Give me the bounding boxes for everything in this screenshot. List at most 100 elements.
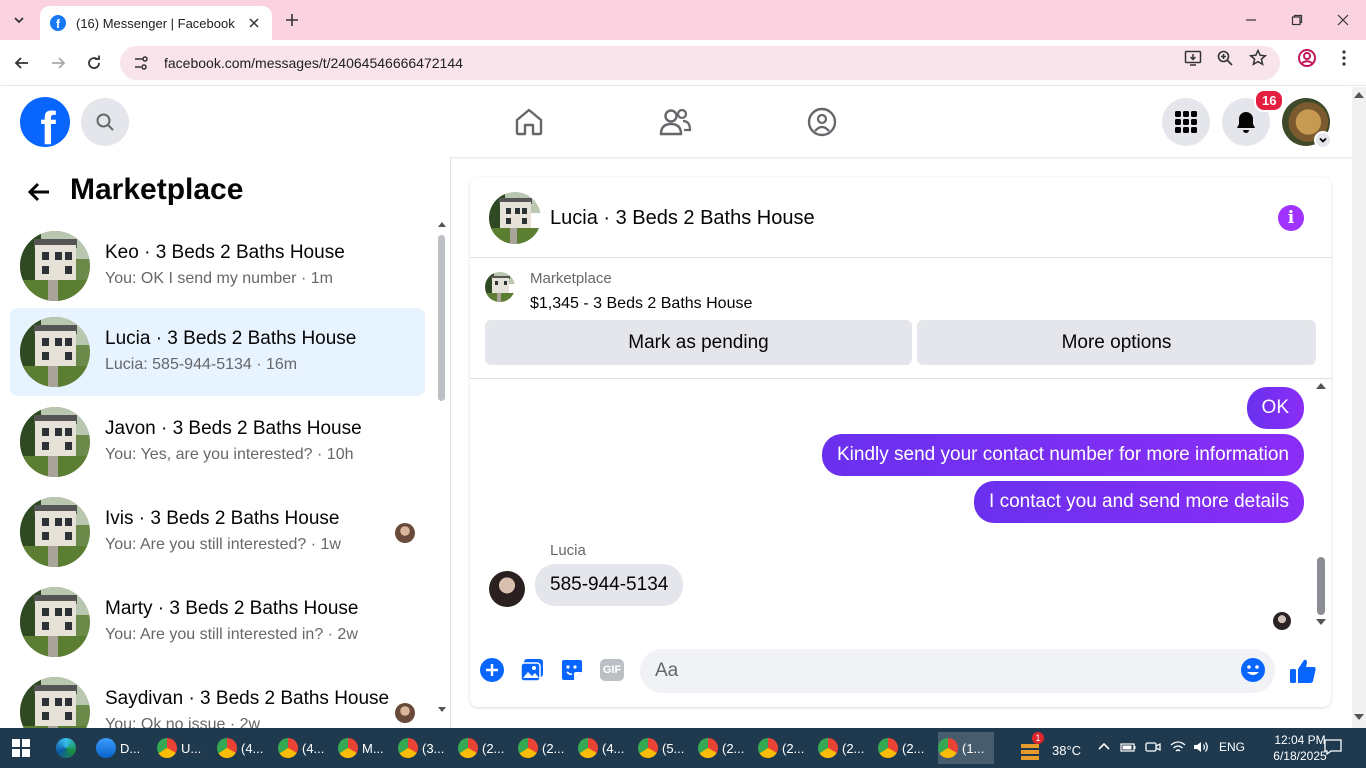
taskbar-app-label: (2... [482, 740, 505, 756]
plus-circle-icon [480, 658, 504, 682]
url-text[interactable]: facebook.com/messages/t/2406454666647214… [164, 55, 463, 71]
chrome-icon [578, 738, 598, 758]
conversation-thumbnail [20, 497, 90, 567]
window-close-button[interactable] [1328, 8, 1358, 32]
taskbar-app-item[interactable]: (2... [878, 732, 934, 764]
more-actions-button[interactable] [479, 657, 505, 683]
battery-icon[interactable] [1120, 740, 1136, 757]
forward-button[interactable] [45, 50, 71, 76]
scrollbar-thumb[interactable] [1317, 557, 1325, 615]
scroll-down-icon[interactable] [1316, 619, 1326, 626]
listing-small-thumbnail[interactable] [485, 272, 515, 302]
search-button[interactable] [81, 98, 129, 146]
new-tab-button[interactable] [282, 10, 302, 30]
friends-nav-button[interactable] [655, 102, 695, 142]
taskbar-app-item[interactable]: (2... [818, 732, 874, 764]
taskbar-app-item[interactable]: (4... [217, 732, 273, 764]
install-app-icon[interactable] [1182, 47, 1204, 69]
conversation-name: Saydivan · 3 Beds 2 Baths House [105, 688, 390, 709]
address-bar[interactable]: facebook.com/messages/t/2406454666647214… [120, 46, 1280, 80]
conversation-item[interactable]: Saydivan · 3 Beds 2 Baths House You: Ok n… [10, 668, 425, 728]
groups-nav-button[interactable] [802, 102, 842, 142]
reload-button[interactable] [81, 50, 107, 76]
attach-photo-button[interactable] [519, 657, 545, 683]
minimize-button[interactable] [1236, 8, 1266, 32]
taskbar-app-item[interactable]: (3... [398, 732, 454, 764]
back-button[interactable] [9, 50, 35, 76]
taskbar-app-item[interactable]: U... [157, 732, 213, 764]
system-clock[interactable]: 12:04 PM 6/18/2025 [1270, 732, 1330, 764]
gif-icon: GIF [600, 659, 624, 681]
scroll-up-icon[interactable] [1354, 91, 1364, 98]
incoming-message[interactable]: 585-944-5134 [535, 564, 684, 606]
taskbar-app-item[interactable]: (2... [458, 732, 514, 764]
scroll-down-icon[interactable] [438, 707, 446, 713]
restore-button[interactable] [1282, 8, 1312, 32]
like-button[interactable] [1289, 657, 1317, 685]
listing-thumbnail[interactable] [489, 192, 541, 244]
chat-title[interactable]: Lucia · 3 Beds 2 Baths House [550, 207, 815, 230]
taskbar-app-item[interactable]: M... [338, 732, 394, 764]
weather-widget[interactable]: 1 38°C [1018, 732, 1081, 766]
profile-icon[interactable] [1296, 47, 1318, 69]
zoom-icon[interactable] [1214, 47, 1236, 69]
taskbar-app-item[interactable]: (2... [518, 732, 574, 764]
conversation-item[interactable]: Ivis · 3 Beds 2 Baths House You: Are you … [10, 488, 425, 576]
bookmark-star-icon[interactable] [1247, 47, 1269, 69]
chat-scrollbar[interactable] [1316, 382, 1326, 627]
conversation-item[interactable]: Lucia · 3 Beds 2 Baths House Lucia: 585-9… [10, 308, 425, 396]
outgoing-message[interactable]: I contact you and send more details [974, 481, 1304, 523]
kebab-menu-icon[interactable] [1333, 47, 1355, 69]
notification-center-icon[interactable] [1324, 738, 1342, 759]
meet-now-icon[interactable] [1145, 740, 1161, 757]
menu-button[interactable] [1162, 98, 1210, 146]
page-scrollbar[interactable] [1352, 87, 1366, 728]
taskbar-app-item[interactable]: (5... [638, 732, 694, 764]
tab-close-button[interactable] [246, 15, 262, 31]
conversation-item[interactable]: Keo · 3 Beds 2 Baths House You: OK I send… [10, 222, 425, 310]
back-button[interactable] [24, 177, 54, 207]
input-language[interactable]: ENG [1219, 740, 1245, 754]
show-hidden-icons-icon[interactable] [1097, 740, 1111, 757]
emoji-button[interactable] [1240, 657, 1266, 683]
facebook-logo-icon[interactable]: f [20, 97, 70, 147]
conversation-thumbnail [20, 317, 90, 387]
edge-taskbar-icon[interactable] [56, 732, 80, 764]
conversation-item[interactable]: Marty · 3 Beds 2 Baths House You: Are you… [10, 578, 425, 666]
sidebar-scrollbar[interactable] [437, 221, 446, 721]
taskbar-app-item[interactable]: (4... [578, 732, 634, 764]
scroll-up-icon[interactable] [438, 221, 446, 227]
info-icon[interactable]: i [1278, 205, 1304, 231]
more-options-button[interactable]: More options [917, 320, 1316, 365]
scroll-down-icon[interactable] [1354, 714, 1364, 721]
browser-tab[interactable]: f (16) Messenger | Facebook [40, 6, 272, 40]
conversation-item[interactable]: Javon · 3 Beds 2 Baths House You: Yes, ar… [10, 398, 425, 486]
message-input[interactable]: Aa [640, 649, 1275, 693]
chrome-icon [698, 738, 718, 758]
listing-price-title[interactable]: $1,345 - 3 Beds 2 Baths House [530, 295, 752, 313]
windows-start-icon[interactable] [12, 739, 30, 757]
volume-icon[interactable] [1193, 740, 1209, 757]
gif-button[interactable]: GIF [599, 657, 625, 683]
account-menu-button[interactable] [1314, 131, 1332, 149]
home-nav-button[interactable] [509, 102, 549, 142]
sender-avatar[interactable] [489, 571, 525, 607]
browser-toolbar: facebook.com/messages/t/2406454666647214… [0, 40, 1366, 86]
taskbar-app-item[interactable]: D... [96, 732, 152, 764]
wifi-icon[interactable] [1170, 740, 1186, 757]
taskbar-app-item[interactable]: (2... [758, 732, 814, 764]
outgoing-message[interactable]: OK [1246, 387, 1304, 429]
site-info-icon[interactable] [132, 54, 150, 72]
taskbar-app-item[interactable]: (1... [938, 732, 994, 764]
tab-search-button[interactable] [6, 8, 32, 32]
chrome-icon [758, 738, 778, 758]
taskbar-app-item[interactable]: (2... [698, 732, 754, 764]
chrome-icon [338, 738, 358, 758]
scroll-up-icon[interactable] [1316, 382, 1326, 389]
sticker-button[interactable] [559, 657, 585, 683]
taskbar-app-item[interactable]: (4... [278, 732, 334, 764]
outgoing-message[interactable]: Kindly send your contact number for more… [822, 434, 1304, 476]
mark-as-pending-button[interactable]: Mark as pending [485, 320, 912, 365]
taskbar-app-label: (2... [722, 740, 745, 756]
scrollbar-thumb[interactable] [438, 235, 445, 401]
